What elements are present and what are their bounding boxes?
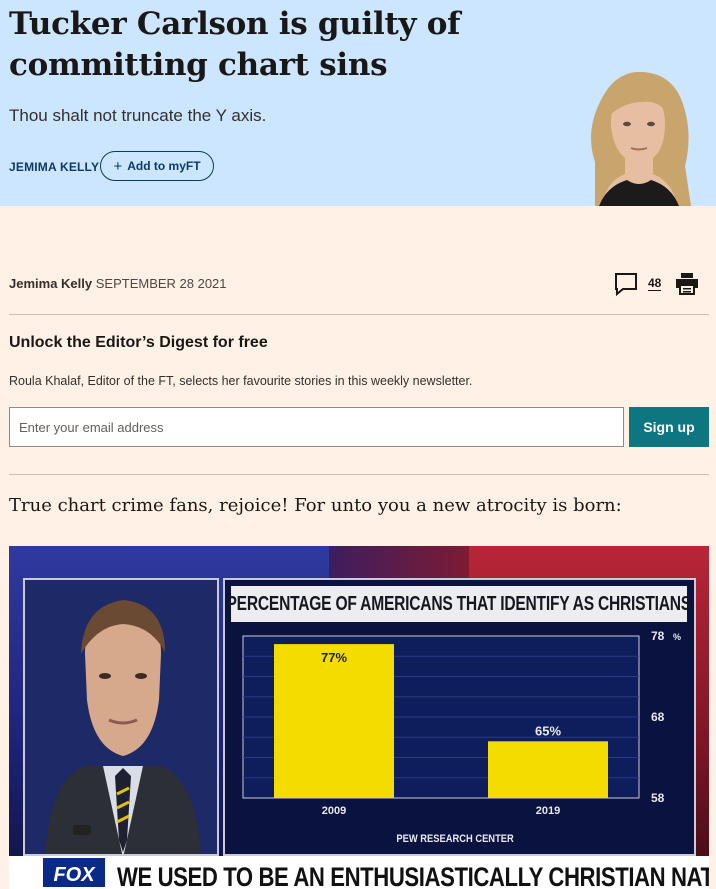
anchor-figure bbox=[25, 580, 217, 854]
publish-date: SEPTEMBER 28 2021 bbox=[95, 276, 227, 291]
byline-link[interactable]: JEMIMA KELLY bbox=[9, 160, 99, 174]
chart-source: PEW RESEARCH CENTER bbox=[365, 830, 545, 848]
comment-count: 48 bbox=[648, 276, 662, 291]
y-tick-label: 68 bbox=[651, 710, 665, 724]
add-to-myft-label: Add to myFT bbox=[127, 159, 201, 173]
author-name[interactable]: Jemima Kelly bbox=[9, 276, 92, 291]
standfirst: Thou shalt not truncate the Y axis. bbox=[9, 106, 267, 125]
article-header: Tucker Carlson is guilty of committing c… bbox=[0, 0, 716, 206]
chart-source-label: PEW RESEARCH CENTER bbox=[396, 833, 514, 845]
y-tick-unit: % bbox=[673, 632, 681, 642]
printer-icon[interactable] bbox=[675, 271, 699, 295]
article-image: PERCENTAGE OF AMERICANS THAT IDENTIFY AS… bbox=[9, 546, 709, 889]
divider bbox=[9, 474, 709, 475]
article-meta: Jemima Kelly SEPTEMBER 28 2021 bbox=[9, 276, 227, 291]
anchor-video-panel bbox=[23, 578, 219, 856]
newsletter-description: Roula Khalaf, Editor of the FT, selects … bbox=[9, 374, 473, 388]
chart-graphic: PERCENTAGE OF AMERICANS THAT IDENTIFY AS… bbox=[223, 578, 696, 856]
x-tick-label: 2009 bbox=[322, 805, 346, 817]
x-tick-label: 2019 bbox=[536, 805, 560, 817]
y-tick-label: 78 bbox=[651, 629, 665, 643]
y-tick-label: 58 bbox=[651, 791, 665, 805]
comments-button[interactable]: 48 bbox=[614, 272, 670, 296]
signup-button[interactable]: Sign up bbox=[629, 407, 709, 447]
newsletter-heading: Unlock the Editor’s Digest for free bbox=[9, 334, 268, 351]
page-title: Tucker Carlson is guilty of committing c… bbox=[9, 6, 461, 83]
speech-bubble-icon bbox=[615, 273, 637, 296]
body-paragraph: True chart crime fans, rejoice! For unto… bbox=[9, 495, 622, 516]
bar bbox=[274, 644, 394, 798]
bar bbox=[488, 741, 608, 798]
author-portrait bbox=[591, 71, 691, 206]
bar-value-label: 65% bbox=[535, 723, 561, 738]
bar-chart: 58 68 78 % 77% 2009 65% 2019 bbox=[242, 629, 681, 817]
email-field[interactable] bbox=[9, 407, 624, 447]
lower-third-text: WE USED TO BE AN ENTHUSIASTICALLY CHRIST… bbox=[117, 862, 709, 889]
add-to-myft-button[interactable]: + Add to myFT bbox=[100, 151, 214, 181]
bar-value-label: 77% bbox=[321, 650, 347, 665]
plus-icon: + bbox=[113, 157, 123, 175]
divider bbox=[9, 314, 709, 315]
network-logo: FOX bbox=[41, 856, 107, 889]
